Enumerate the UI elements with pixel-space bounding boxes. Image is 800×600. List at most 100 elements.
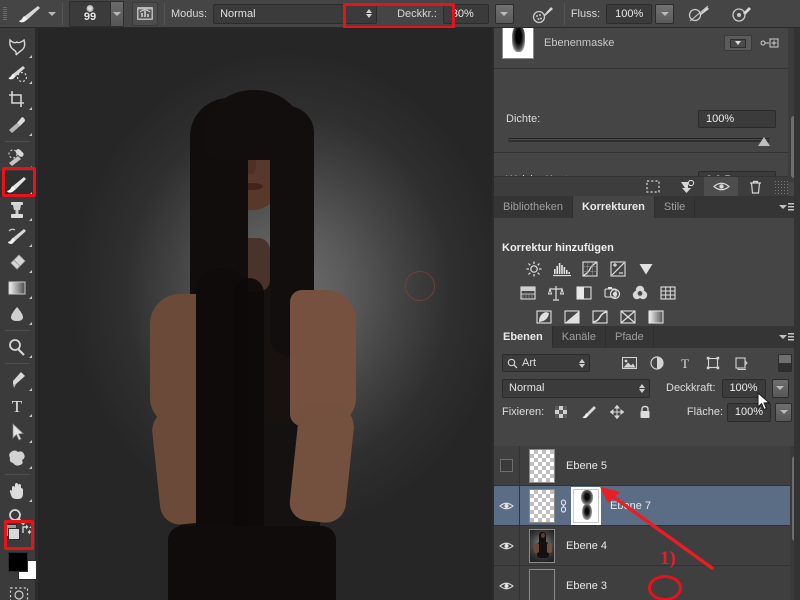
layer-visibility-toggle[interactable] xyxy=(494,526,520,566)
channel-mixer-icon[interactable] xyxy=(630,284,650,302)
tablet-pressure-icon[interactable] xyxy=(726,2,756,26)
layer-fill-chevron-icon[interactable] xyxy=(775,403,792,422)
tab-kanaele[interactable]: Kanäle xyxy=(553,326,606,348)
add-pixel-mask-icon[interactable] xyxy=(760,35,780,51)
photo-filter-icon[interactable] xyxy=(602,284,622,302)
tab-ebenen[interactable]: Ebenen xyxy=(494,326,553,348)
toggle-mask-icon[interactable] xyxy=(704,177,738,197)
black-white-icon[interactable] xyxy=(574,284,594,302)
layer-blend-mode-select[interactable]: Normal xyxy=(502,379,650,398)
layer-thumbnail[interactable] xyxy=(529,529,555,563)
options-bar-grip[interactable] xyxy=(0,0,10,28)
brush-preset-chevron-icon[interactable] xyxy=(111,1,124,27)
airbrush-icon[interactable] xyxy=(528,2,558,26)
flow-input[interactable]: 100% xyxy=(606,4,652,24)
tool-clone-stamp[interactable] xyxy=(0,197,34,223)
layer-mask-thumbnail[interactable] xyxy=(573,489,599,523)
flow-chevron-icon[interactable] xyxy=(655,4,674,24)
tool-hand[interactable] xyxy=(0,478,34,504)
layer-thumbnail[interactable] xyxy=(529,489,555,523)
gradient-map-icon[interactable] xyxy=(646,308,666,326)
tab-stile[interactable]: Stile xyxy=(655,196,695,218)
density-input[interactable]: 100% xyxy=(698,110,776,128)
vibrance-icon[interactable] xyxy=(636,260,656,278)
type-filter-icon[interactable]: T xyxy=(674,353,696,373)
document-canvas[interactable] xyxy=(36,28,494,600)
delete-mask-icon[interactable] xyxy=(738,177,772,197)
load-selection-icon[interactable] xyxy=(636,177,670,197)
layer-visibility-toggle[interactable] xyxy=(494,446,520,486)
color-lookup-icon[interactable] xyxy=(658,284,678,302)
tool-type[interactable]: T xyxy=(0,393,34,419)
tool-shape[interactable] xyxy=(0,445,34,471)
tab-bibliotheken[interactable]: Bibliotheken xyxy=(494,196,573,218)
adjustment-filter-icon[interactable] xyxy=(646,353,668,373)
link-mask-icon[interactable] xyxy=(557,499,569,513)
layer-row-ebene-4[interactable]: Ebene 4 xyxy=(494,526,800,566)
quick-mask-icon[interactable] xyxy=(9,586,29,600)
tool-lasso[interactable] xyxy=(0,34,34,60)
layer-row-ebene-3[interactable]: Ebene 3 xyxy=(494,566,800,600)
tab-pfade[interactable]: Pfade xyxy=(606,326,654,348)
layer-visibility-toggle[interactable] xyxy=(494,486,520,526)
selective-color-icon[interactable] xyxy=(618,308,638,326)
tool-brush[interactable] xyxy=(0,171,34,197)
levels-icon[interactable] xyxy=(552,260,572,278)
layers-list[interactable]: Ebene 5 xyxy=(494,446,800,600)
layer-row-ebene-7[interactable]: Ebene 7 xyxy=(494,486,800,526)
panel-resize-grip[interactable] xyxy=(774,180,788,194)
mask-thumbnail[interactable] xyxy=(502,28,534,59)
layer-visibility-toggle[interactable] xyxy=(494,566,520,600)
tool-dodge[interactable] xyxy=(0,334,34,360)
canvas-artwork[interactable] xyxy=(38,28,492,600)
lock-image-icon[interactable] xyxy=(578,402,600,422)
brush-size-preview[interactable]: 99 xyxy=(69,1,111,27)
density-slider-track[interactable] xyxy=(508,138,770,142)
opacity-chevron-icon[interactable] xyxy=(495,4,514,24)
exposure-icon[interactable] xyxy=(608,260,628,278)
layer-opacity-input[interactable]: 100% xyxy=(722,379,766,398)
tool-preset-picker[interactable] xyxy=(10,2,56,26)
lock-position-icon[interactable] xyxy=(606,402,628,422)
tool-preset-chevron-icon[interactable] xyxy=(48,12,56,16)
layer-thumbnail[interactable] xyxy=(529,449,555,483)
tool-quick-selection[interactable] xyxy=(0,60,34,86)
filter-toggle-switch[interactable] xyxy=(778,354,792,372)
opacity-input[interactable]: 30% xyxy=(443,4,489,24)
tool-crop[interactable] xyxy=(0,86,34,112)
layer-opacity-chevron-icon[interactable] xyxy=(772,379,789,398)
apply-mask-icon[interactable] xyxy=(670,177,704,197)
tool-eyedropper[interactable] xyxy=(0,112,34,138)
lock-all-icon[interactable] xyxy=(634,402,656,422)
tool-healing-brush[interactable] xyxy=(0,145,34,171)
select-mask-button[interactable] xyxy=(724,35,752,51)
tool-gradient[interactable] xyxy=(0,275,34,301)
posterize-icon[interactable] xyxy=(562,308,582,326)
tool-blur[interactable] xyxy=(0,301,34,327)
tool-path-selection[interactable] xyxy=(0,419,34,445)
tool-pen[interactable] xyxy=(0,367,34,393)
threshold-icon[interactable] xyxy=(590,308,610,326)
smoothing-icon[interactable] xyxy=(684,2,714,26)
brush-panel-icon[interactable] xyxy=(132,2,158,26)
foreground-color-swatch[interactable] xyxy=(8,552,28,572)
shape-filter-icon[interactable] xyxy=(702,353,724,373)
curves-icon[interactable] xyxy=(580,260,600,278)
invert-icon[interactable] xyxy=(534,308,554,326)
color-balance-icon[interactable] xyxy=(546,284,566,302)
tool-eraser[interactable] xyxy=(0,249,34,275)
layer-row-ebene-5[interactable]: Ebene 5 xyxy=(494,446,800,486)
opacity-group[interactable]: Deckkr.: 30% xyxy=(391,1,520,27)
brightness-contrast-icon[interactable] xyxy=(524,260,544,278)
smartobject-filter-icon[interactable] xyxy=(730,353,752,373)
pixel-filter-icon[interactable] xyxy=(618,353,640,373)
density-slider-knob[interactable] xyxy=(758,137,770,146)
layer-fill-input[interactable]: 100% xyxy=(727,403,771,422)
brush-size-control[interactable]: 99 xyxy=(69,1,124,27)
blend-mode-select[interactable]: Normal xyxy=(213,4,377,24)
layer-thumbnail[interactable] xyxy=(529,569,555,600)
tool-history-brush[interactable] xyxy=(0,223,34,249)
tab-korrekturen[interactable]: Korrekturen xyxy=(573,196,655,218)
layer-filter-select[interactable]: Art xyxy=(502,354,590,372)
lock-transparency-icon[interactable] xyxy=(550,402,572,422)
